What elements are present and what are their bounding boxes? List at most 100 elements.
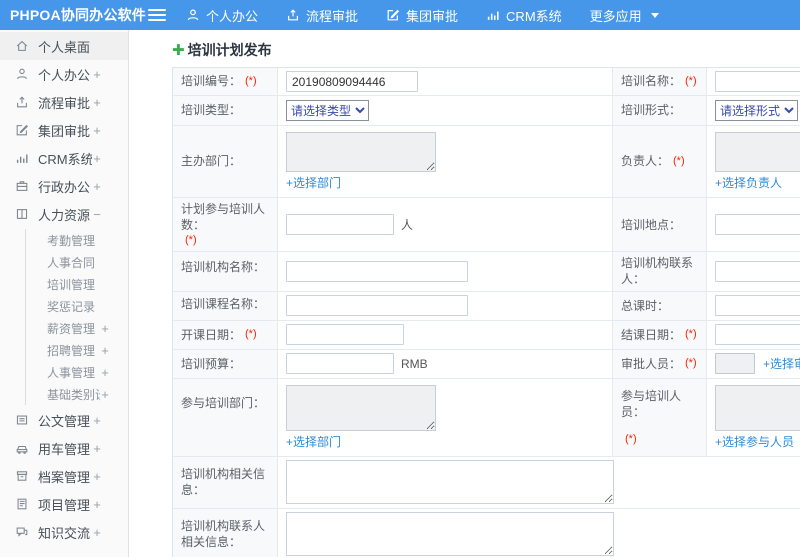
top-bar: PHPOA协同办公软件 个人办公 流程审批 集团审批 CRM系统 更多应用 <box>0 0 800 30</box>
responsible-person-textarea[interactable] <box>715 132 800 172</box>
participants-textarea[interactable] <box>715 384 800 431</box>
approver-input[interactable] <box>715 353 755 375</box>
expand-icon[interactable]: + <box>92 123 102 138</box>
form-row: 培训预算： RMB 审批人员：(*) +选择审批人员 <box>173 349 800 379</box>
expand-icon[interactable]: + <box>92 525 102 540</box>
institution-name-input[interactable] <box>286 260 468 282</box>
select-department-link[interactable]: +选择部门 <box>286 174 341 191</box>
form-row: 培训编号：(*) 培训名称：(*) <box>173 68 800 96</box>
start-date-input[interactable] <box>286 324 404 346</box>
total-hours-input[interactable] <box>715 295 800 317</box>
form-row: 计划参与培训人数： (*) 人 培训地点： <box>173 198 800 253</box>
unit-suffix: 人 <box>401 218 414 233</box>
sidebar-item-document-mgmt[interactable]: 公文管理 + <box>0 406 128 434</box>
required-mark: (*) <box>245 75 257 88</box>
currency-suffix: RMB <box>401 356 428 371</box>
sidebar-item-salary-mgmt[interactable]: 薪资管理 + <box>26 317 128 339</box>
nav-workflow-approval[interactable]: 流程审批 <box>286 6 358 25</box>
training-type-select[interactable]: 请选择类型 <box>286 100 369 121</box>
sidebar-item-hr[interactable]: 人力资源 − <box>0 200 128 228</box>
chart-icon <box>486 8 500 22</box>
budget-input[interactable] <box>286 353 394 375</box>
course-name-input[interactable] <box>286 295 468 317</box>
field-label: 培训机构名称： <box>181 260 266 275</box>
sidebar-item-reward-punishment[interactable]: 奖惩记录 <box>26 295 128 317</box>
expand-icon[interactable]: + <box>92 179 102 194</box>
sidebar-item-project-mgmt[interactable]: 项目管理 + <box>0 490 128 518</box>
expand-icon[interactable]: + <box>100 365 110 380</box>
sidebar-item-group-approval[interactable]: 集团审批 + <box>0 116 128 144</box>
expand-icon[interactable]: + <box>100 387 110 402</box>
nav-crm-system[interactable]: CRM系统 <box>486 6 562 25</box>
form-row: 培训机构名称： 培训机构联系人： <box>173 252 800 292</box>
field-label: 培训机构联系人相关信息： <box>181 518 266 550</box>
sidebar-item-personnel-mgmt[interactable]: 人事管理 + <box>26 361 128 383</box>
sidebar-item-training-mgmt[interactable]: 培训管理 <box>26 273 128 295</box>
expand-icon[interactable]: + <box>100 321 110 336</box>
home-icon <box>14 39 29 54</box>
select-department-link[interactable]: +选择部门 <box>286 433 341 450</box>
user-icon <box>14 67 29 82</box>
end-date-input[interactable] <box>715 324 800 346</box>
sidebar-item-attendance-mgmt[interactable]: 考勤管理 <box>26 229 128 251</box>
training-name-input[interactable] <box>715 71 800 92</box>
nav-more-apps[interactable]: 更多应用 <box>590 6 659 25</box>
expand-icon[interactable]: + <box>92 95 102 110</box>
sidebar-item-vehicle-mgmt[interactable]: 用车管理 + <box>0 434 128 462</box>
sidebar-item-knowledge-exchange[interactable]: 知识交流 + <box>0 518 128 546</box>
participating-department-textarea[interactable] <box>286 384 436 431</box>
sidebar-item-personal-office[interactable]: 个人办公 + <box>0 60 128 88</box>
menu-toggle-icon[interactable] <box>148 9 166 21</box>
expand-icon[interactable]: + <box>92 497 102 512</box>
field-label: 培训地点： <box>621 217 682 232</box>
required-mark: (*) <box>685 328 697 341</box>
doc-icon <box>14 413 29 428</box>
training-location-input[interactable] <box>715 214 800 236</box>
host-department-textarea[interactable] <box>286 132 436 172</box>
expand-icon[interactable]: + <box>92 67 102 82</box>
sidebar-item-recruit-mgmt[interactable]: 招聘管理 + <box>26 339 128 361</box>
form-row: 参与培训部门： +选择部门 参与培训人员： (*) +选择参与人员 <box>173 378 800 457</box>
nav-personal-office[interactable]: 个人办公 <box>186 6 258 25</box>
nav-label: 流程审批 <box>306 8 359 24</box>
collapse-icon[interactable]: − <box>92 207 102 222</box>
expand-icon[interactable]: + <box>92 151 102 166</box>
institution-info-textarea[interactable] <box>286 460 614 505</box>
sidebar-item-base-category[interactable]: 基础类别设置 + <box>26 383 128 405</box>
main-content: ✚ 培训计划发布 培训编号：(*) 培训名称：(*) 培训类型： 请选择类型 培… <box>130 30 800 557</box>
expand-icon[interactable]: + <box>92 441 102 456</box>
form-row: 培训机构相关信息： <box>173 456 800 509</box>
select-responsible-link[interactable]: +选择负责人 <box>715 174 782 191</box>
select-approver-link[interactable]: +选择审批人员 <box>763 355 800 372</box>
expand-icon[interactable]: + <box>92 413 102 428</box>
select-participants-link[interactable]: +选择参与人员 <box>715 433 794 450</box>
sidebar-item-hr-contract[interactable]: 人事合同 <box>26 251 128 273</box>
institution-contact-info-textarea[interactable] <box>286 512 614 557</box>
field-label: 开课日期： <box>181 327 242 342</box>
add-icon: ✚ <box>172 41 185 59</box>
expand-icon[interactable]: + <box>92 469 102 484</box>
sidebar-item-admin-office[interactable]: 行政办公 + <box>0 172 128 200</box>
sidebar-item-crm-system[interactable]: CRM系统 + <box>0 144 128 172</box>
car-icon <box>14 441 29 456</box>
training-no-input[interactable] <box>286 71 418 92</box>
form-row: 培训课程名称： 总课时： <box>173 291 800 321</box>
field-label: 培训形式： <box>621 103 682 118</box>
flow-icon <box>14 95 29 110</box>
project-icon <box>14 497 29 512</box>
page-title-text: 培训计划发布 <box>187 42 272 58</box>
sidebar-item-archive-mgmt[interactable]: 档案管理 + <box>0 462 128 490</box>
institution-contact-input[interactable] <box>715 260 800 282</box>
nav-group-approval[interactable]: 集团审批 <box>386 6 458 25</box>
top-nav: 个人办公 流程审批 集团审批 CRM系统 更多应用 <box>186 6 659 25</box>
sidebar-item-personal-desktop[interactable]: 个人桌面 <box>0 32 128 60</box>
expand-icon[interactable]: + <box>100 343 110 358</box>
training-form-select[interactable]: 请选择形式 <box>715 100 798 121</box>
form-row: 开课日期： (*) 结课日期： (*) <box>173 320 800 350</box>
field-label: 主办部门： <box>181 154 242 169</box>
planned-participants-input[interactable] <box>286 214 394 236</box>
app-logo[interactable]: PHPOA协同办公软件 <box>0 5 148 25</box>
field-label: 计划参与培训人数： <box>181 202 266 233</box>
sidebar-item-workflow-approval[interactable]: 流程审批 + <box>0 88 128 116</box>
required-mark: (*) <box>245 328 257 341</box>
